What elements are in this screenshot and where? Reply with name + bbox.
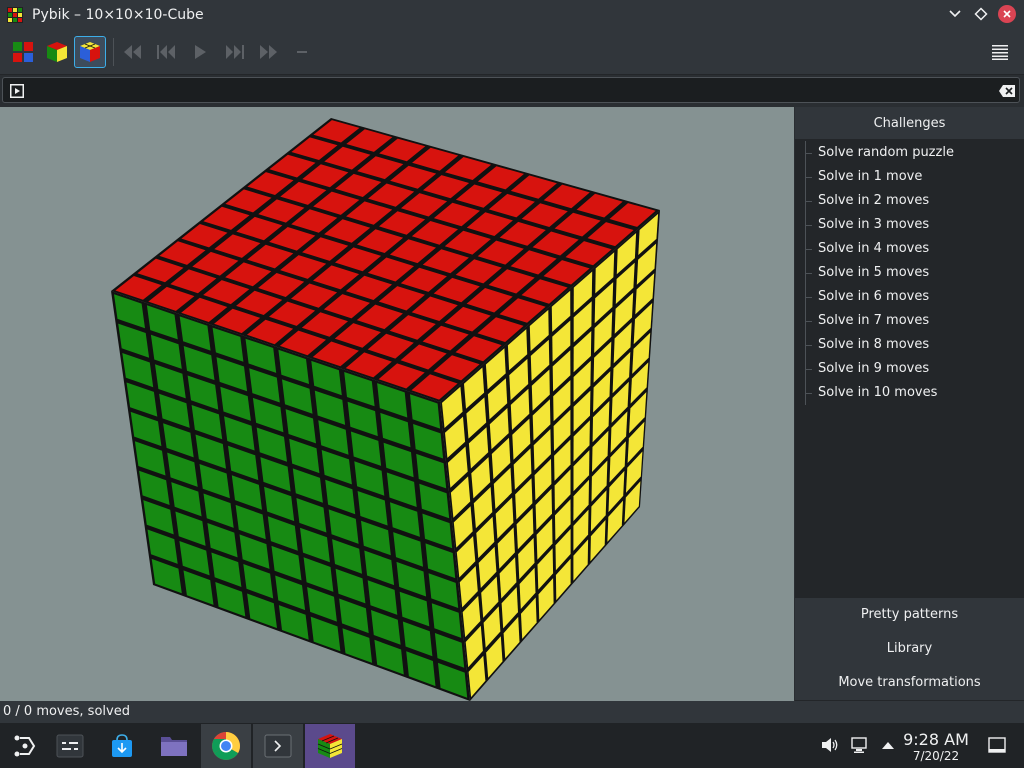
move-sequence-input[interactable] xyxy=(2,77,1020,103)
challenges-list: Solve random puzzle Solve in 1 move Solve … xyxy=(805,141,1024,405)
remove-move-button[interactable] xyxy=(286,36,318,68)
challenge-item[interactable]: Solve in 6 moves xyxy=(806,285,1024,309)
terminal-task-button[interactable] xyxy=(253,724,303,768)
pybik-icon xyxy=(317,734,343,758)
clock-time: 9:28 AM xyxy=(903,730,969,749)
launcher-icon xyxy=(14,735,36,757)
challenge-item[interactable]: Solve in 8 moves xyxy=(806,333,1024,357)
new-random-icon xyxy=(13,42,33,62)
chrome-icon xyxy=(212,732,240,760)
window-title: Pybik – 10×10×10-Cube xyxy=(32,7,204,23)
file-manager-button[interactable] xyxy=(149,724,199,768)
discover-store-button[interactable] xyxy=(97,724,147,768)
challenge-item[interactable]: Solve in 7 moves xyxy=(806,309,1024,333)
play-icon xyxy=(195,45,206,59)
maximize-button[interactable] xyxy=(970,3,992,25)
cube-3d-model[interactable] xyxy=(0,107,794,701)
selected-model-icon xyxy=(80,42,100,62)
minus-icon xyxy=(297,51,307,53)
toolbar-separator xyxy=(113,38,114,66)
chevron-up-icon xyxy=(882,742,894,749)
digital-clock[interactable]: 9:28 AM 7/20/22 xyxy=(896,730,976,764)
terminal-icon xyxy=(264,734,292,758)
challenge-item[interactable]: Solve in 1 move xyxy=(806,165,1024,189)
speaker-icon xyxy=(822,738,838,752)
close-icon xyxy=(1003,10,1011,18)
next-button[interactable] xyxy=(218,36,250,68)
move-edit-bar xyxy=(0,75,1024,107)
forward-icon xyxy=(260,45,277,59)
challenge-item[interactable]: Solve in 2 moves xyxy=(806,189,1024,213)
challenges-sidebar: Challenges Solve random puzzle Solve in 1… xyxy=(795,107,1024,701)
close-button[interactable] xyxy=(996,3,1018,25)
task-switcher-icon xyxy=(56,734,84,758)
task-switcher-button[interactable] xyxy=(45,724,95,768)
network-button[interactable] xyxy=(850,735,870,755)
discover-store-icon xyxy=(112,734,132,757)
network-wired-icon xyxy=(851,737,867,753)
status-text: 0 / 0 moves, solved xyxy=(3,704,130,719)
pybik-app-icon xyxy=(7,7,23,23)
show-desktop-button[interactable] xyxy=(987,735,1007,755)
previous-icon xyxy=(157,45,175,59)
sidebar-section-button[interactable]: Pretty patterns xyxy=(795,598,1024,632)
cube-viewport[interactable] xyxy=(0,107,794,701)
application-launcher[interactable] xyxy=(0,724,50,768)
challenge-item[interactable]: Solve random puzzle xyxy=(806,141,1024,165)
challenges-header[interactable]: Challenges xyxy=(795,107,1024,139)
sidebar-sections: Pretty patterns Library Move transformatio… xyxy=(795,598,1024,700)
challenge-item[interactable]: Solve in 5 moves xyxy=(806,261,1024,285)
previous-button[interactable] xyxy=(151,36,183,68)
new-solved-icon xyxy=(47,42,67,62)
status-bar: 0 / 0 moves, solved xyxy=(0,701,1024,723)
sidebar-section-button[interactable]: Library xyxy=(795,632,1024,666)
clear-input-icon[interactable] xyxy=(998,84,1016,98)
new-solved-puzzle-button[interactable] xyxy=(41,36,73,68)
new-random-puzzle-button[interactable] xyxy=(7,36,39,68)
apply-moves-icon[interactable] xyxy=(10,84,24,98)
file-manager-icon xyxy=(161,737,187,756)
hamburger-icon xyxy=(992,45,1008,60)
clock-date: 7/20/22 xyxy=(912,749,960,763)
sidebar-section-button[interactable]: Move transformations xyxy=(795,666,1024,700)
volume-button[interactable] xyxy=(820,735,840,755)
rewind-icon xyxy=(124,45,141,59)
toolbar xyxy=(0,30,1024,75)
diamond-icon xyxy=(974,7,988,21)
next-icon xyxy=(226,45,244,59)
play-button[interactable] xyxy=(184,36,216,68)
show-hidden-tray-button[interactable] xyxy=(878,735,898,755)
forward-button[interactable] xyxy=(252,36,284,68)
challenge-item[interactable]: Solve in 9 moves xyxy=(806,357,1024,381)
pybik-task-button[interactable] xyxy=(305,724,355,768)
chevron-down-icon xyxy=(949,10,961,18)
taskbar: 9:28 AM 7/20/22 xyxy=(0,723,1024,768)
rewind-button[interactable] xyxy=(117,36,149,68)
show-desktop-icon xyxy=(988,737,1006,753)
challenge-item[interactable]: Solve in 3 moves xyxy=(806,213,1024,237)
select-model-button[interactable] xyxy=(74,36,106,68)
title-bar: Pybik – 10×10×10-Cube xyxy=(0,0,1024,30)
chrome-task-button[interactable] xyxy=(201,724,251,768)
main-menu-button[interactable] xyxy=(984,36,1016,68)
challenge-item[interactable]: Solve in 10 moves xyxy=(806,381,1024,405)
minimize-button[interactable] xyxy=(944,3,966,25)
challenge-item[interactable]: Solve in 4 moves xyxy=(806,237,1024,261)
